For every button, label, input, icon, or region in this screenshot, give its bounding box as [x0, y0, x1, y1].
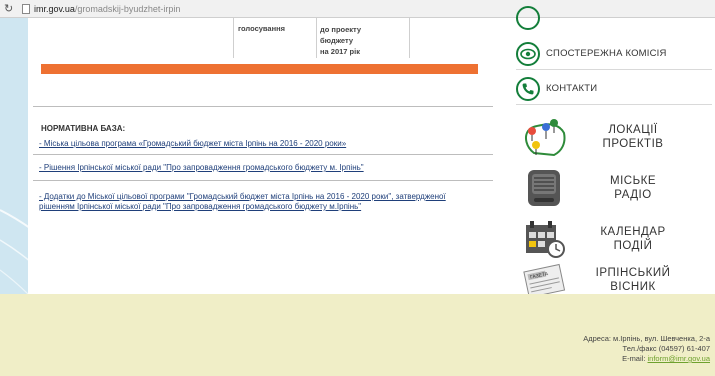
tile-city-radio[interactable]: МІСЬКЕ РАДІО [520, 166, 710, 210]
vote-budget-line: на 2017 рік [320, 47, 360, 56]
vote-column-label: голосування [238, 24, 286, 33]
table-divider [409, 18, 410, 58]
tile-title-line: КАЛЕНДАР [600, 226, 666, 238]
footer-address: Адреса: м.Ірпінь, вул. Шевченка, 2-а [583, 334, 710, 343]
tile-project-locations[interactable]: ЛОКАЦІЇ ПРОЕКТІВ [520, 115, 710, 159]
browser-address-bar[interactable]: ↻ imr.gov.ua/gromadskij-byudzhet-irpin [0, 0, 715, 18]
divider [33, 106, 493, 107]
url-domain: imr.gov.ua [34, 3, 75, 14]
tile-title-line: ІРПІНСЬКИЙ [595, 267, 671, 279]
divider [33, 180, 493, 181]
doc-link-program[interactable]: - Міська цільова програма «Громадський б… [39, 139, 479, 149]
page-content: голосування до проекту бюджету на 2017 р… [28, 6, 715, 299]
sidebar-item-observer-commission[interactable]: СПОСТЕРЕЖНА КОМІСІЯ [516, 38, 712, 70]
footer-email-row: E-mail: inform@imr.gov.ua [583, 354, 710, 364]
table-divider [316, 18, 317, 58]
sidebar-item-contacts[interactable]: КОНТАКТИ [516, 73, 712, 105]
doc-link-decision[interactable]: - Рішення Ірпінської міської ради "Про з… [39, 163, 479, 173]
main-column: голосування до проекту бюджету на 2017 р… [28, 18, 498, 294]
tile-title-line: ПОДІЙ [613, 240, 653, 252]
footer-email-label: E-mail: [622, 354, 646, 363]
calendar-icon [526, 221, 565, 258]
tile-title: ІРПІНСЬКИЙ ВІСНИК [578, 266, 688, 294]
sidebar-item-label: СПОСТЕРЕЖНА КОМІСІЯ [546, 48, 667, 59]
partial-menu-icon [516, 6, 540, 30]
tile-events-calendar[interactable]: КАЛЕНДАР ПОДІЙ [520, 217, 710, 261]
url-path: /gromadskij-byudzhet-irpin [74, 3, 181, 14]
doc-link-appendix[interactable]: - Додатки до Міської цільової програми "… [39, 192, 479, 212]
divider [33, 154, 493, 155]
tile-title-line: МІСЬКЕ [610, 175, 656, 187]
vote-budget-line: до проекту [320, 25, 362, 34]
map-pins-icon [525, 119, 566, 157]
footer-email-link[interactable]: inform@imr.gov.ua [648, 354, 711, 363]
sidebar-item-label: КОНТАКТИ [546, 83, 598, 94]
sidebar: СПОСТЕРЕЖНА КОМІСІЯ КОНТАКТИ ЛОКАЦІЇ ПРО… [508, 6, 715, 299]
tile-title-line: ПРОЕКТІВ [602, 138, 664, 150]
table-divider [233, 18, 234, 58]
tile-title: ЛОКАЦІЇ ПРОЕКТІВ [578, 123, 688, 151]
radio-icon [528, 170, 560, 206]
tile-title: КАЛЕНДАР ПОДІЙ [578, 225, 688, 253]
page-footer: Адреса: м.Ірпінь, вул. Шевченка, 2-а Тел… [0, 294, 715, 376]
normative-title: НОРМАТИВНА БАЗА: [41, 124, 126, 133]
vote-budget-label: до проекту бюджету на 2017 рік [320, 24, 361, 57]
vote-budget-line: бюджету [320, 36, 354, 45]
tile-title: МІСЬКЕ РАДІО [578, 174, 688, 202]
reload-icon[interactable]: ↻ [4, 2, 18, 15]
tile-title-line: РАДІО [614, 189, 652, 201]
orange-divider-bar [41, 64, 478, 74]
phone-icon [516, 76, 540, 101]
tile-title-line: ЛОКАЦІЇ [608, 124, 658, 136]
footer-contact: Адреса: м.Ірпінь, вул. Шевченка, 2-а Тел… [583, 334, 710, 364]
tile-title-line: ВІСНИК [610, 281, 656, 293]
eye-icon [516, 41, 540, 66]
footer-phone: Тел./факс (04597) 61-407 [622, 344, 710, 353]
page-icon [22, 3, 30, 14]
